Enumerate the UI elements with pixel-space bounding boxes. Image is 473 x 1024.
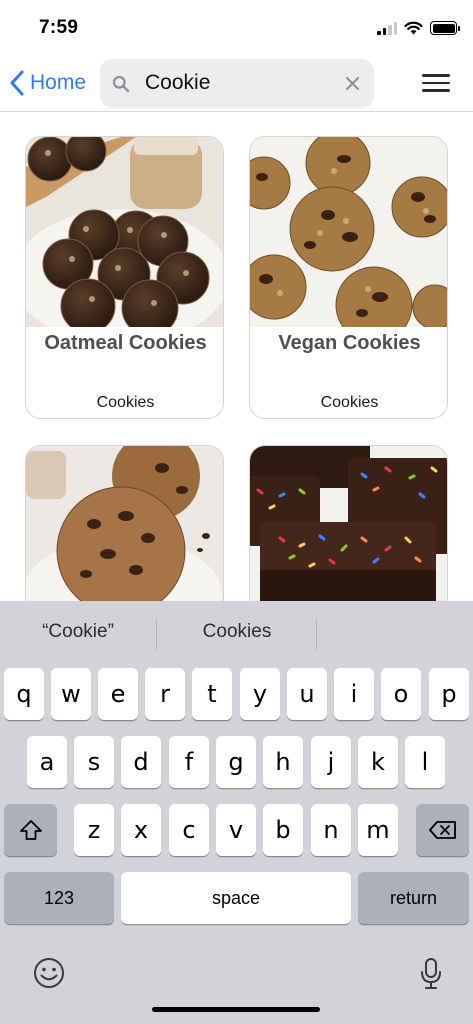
key-d[interactable]: d [121, 736, 161, 788]
vegan-cookies-photo [250, 137, 447, 327]
key-z[interactable]: z [74, 804, 114, 856]
cellular-signal-icon [377, 21, 397, 35]
backspace-icon [428, 821, 456, 839]
key-p[interactable]: p [429, 668, 469, 720]
key-w[interactable]: w [51, 668, 91, 720]
battery-icon [430, 21, 460, 35]
shift-arrow-icon [19, 820, 42, 840]
key-t[interactable]: t [192, 668, 232, 720]
clear-x-icon[interactable] [345, 76, 360, 91]
status-time: 7:59 [39, 17, 79, 38]
emoji-face-icon[interactable] [33, 957, 65, 989]
key-k[interactable]: k [358, 736, 398, 788]
key-q[interactable]: q [4, 668, 44, 720]
status-icons [377, 19, 460, 37]
on-screen-keyboard: “Cookie” Cookies q w e r t y u i o p a s… [0, 601, 473, 1024]
wifi-icon [404, 21, 423, 35]
shift-key[interactable] [4, 804, 57, 856]
key-j[interactable]: j [311, 736, 351, 788]
oatmeal-cookies-photo [26, 137, 223, 327]
search-field[interactable]: Cookie [100, 59, 374, 108]
key-e[interactable]: e [98, 668, 138, 720]
key-a[interactable]: a [27, 736, 67, 788]
hamburger-menu-icon[interactable] [422, 72, 450, 94]
card-category: Cookies [96, 394, 155, 411]
suggestion-divider [156, 620, 157, 650]
back-button-label: Home [30, 71, 87, 94]
key-g[interactable]: g [216, 736, 256, 788]
chevron-left-icon [10, 70, 24, 96]
key-i[interactable]: i [334, 668, 374, 720]
return-key[interactable]: return [358, 872, 469, 924]
key-u[interactable]: u [287, 668, 327, 720]
key-b[interactable]: b [263, 804, 303, 856]
result-card-oatmeal-cookies[interactable]: Oatmeal Cookies Cookies [25, 136, 224, 419]
card-title: Vegan Cookies [278, 332, 421, 354]
suggestion-primary[interactable]: Cookies [160, 621, 314, 643]
key-c[interactable]: c [169, 804, 209, 856]
result-card-vegan-cookies[interactable]: Vegan Cookies Cookies [249, 136, 448, 419]
microphone-icon[interactable] [419, 957, 443, 991]
delete-key[interactable] [416, 804, 469, 856]
key-n[interactable]: n [311, 804, 351, 856]
suggestion-divider [316, 620, 317, 650]
key-l[interactable]: l [405, 736, 445, 788]
card-title: Oatmeal Cookies [44, 332, 207, 354]
home-indicator[interactable] [152, 1007, 320, 1012]
magnifying-glass-icon [112, 75, 130, 93]
key-r[interactable]: r [145, 668, 185, 720]
key-f[interactable]: f [169, 736, 209, 788]
status-bar: 7:59 [0, 0, 473, 56]
key-o[interactable]: o [381, 668, 421, 720]
suggestion-literal[interactable]: “Cookie” [4, 621, 152, 643]
search-input[interactable]: Cookie [145, 71, 210, 95]
key-v[interactable]: v [216, 804, 256, 856]
nav-bar: Home Cookie [0, 56, 473, 112]
card-category: Cookies [320, 394, 379, 411]
key-h[interactable]: h [263, 736, 303, 788]
key-m[interactable]: m [358, 804, 398, 856]
numbers-key[interactable]: 123 [4, 872, 114, 924]
key-y[interactable]: y [240, 668, 280, 720]
back-button[interactable]: Home [10, 68, 86, 98]
key-s[interactable]: s [74, 736, 114, 788]
predictive-suggestion-bar: “Cookie” Cookies [0, 601, 473, 663]
key-x[interactable]: x [121, 804, 161, 856]
space-key[interactable]: space [121, 872, 351, 924]
